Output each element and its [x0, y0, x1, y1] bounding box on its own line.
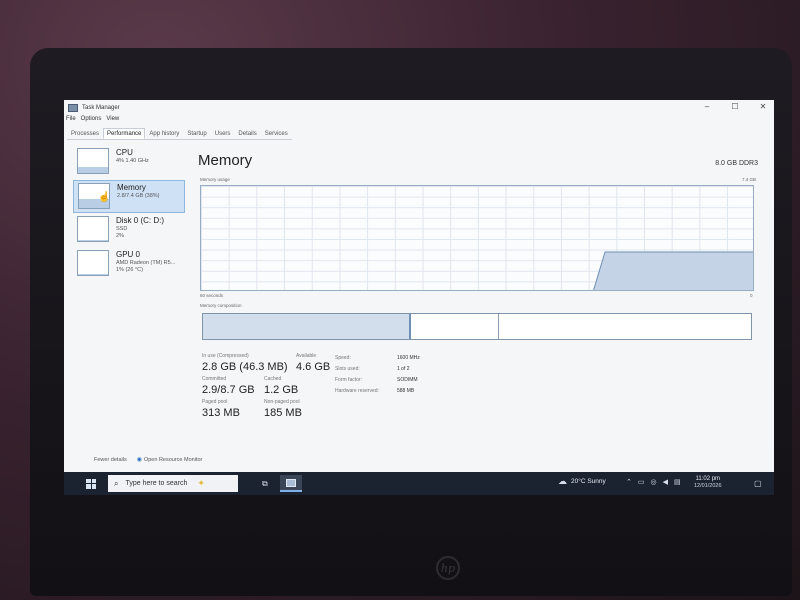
detail-key: Speed:	[335, 355, 351, 361]
cached-value: 1.2 GB	[264, 384, 299, 396]
task-manager-app-icon	[68, 104, 78, 112]
language-icon[interactable]: ▤	[674, 478, 681, 486]
sidebar-item-gpu[interactable]: GPU 0 AMD Radeon (TM) R5... 1% (26 °C)	[73, 248, 185, 281]
weather-text: 20°C Sunny	[571, 478, 606, 485]
memory-composition-bar	[202, 313, 752, 340]
detail-key: Slots used:	[335, 366, 360, 372]
stats-right-column: Available 4.6 GB Cached 1.2 GB Non-paged…	[264, 353, 330, 422]
footer: Fewer details ◉ Open Resource Monitor	[94, 456, 202, 464]
sidebar-item-disk[interactable]: Disk 0 (C: D:) SSD 2%	[73, 214, 185, 247]
non-paged-pool-value: 185 MB	[264, 407, 302, 419]
taskbar-clock[interactable]: 11:02 pm 12/01/2026	[694, 475, 722, 490]
task-manager-icon	[285, 478, 296, 487]
maximize-button[interactable]: ☐	[730, 102, 740, 112]
available-label: Available	[296, 353, 317, 359]
composition-modified	[411, 314, 499, 339]
memory-spec: 8.0 GB DDR3	[715, 160, 758, 167]
clock-date: 12/01/2026	[694, 483, 722, 489]
volume-icon[interactable]: ◀	[663, 478, 668, 486]
search-placeholder: Type here to search	[125, 480, 188, 487]
sidebar-item-label: Memory	[117, 183, 146, 192]
menu-bar: File Options View	[66, 116, 119, 122]
cpu-thumbnail-graph	[77, 148, 109, 174]
tab-app-history[interactable]: App history	[145, 128, 183, 139]
non-paged-pool-label: Non-paged pool	[264, 399, 300, 405]
composition-standby	[498, 314, 751, 339]
sidebar-item-value: 2.8/7.4 GB (38%)	[117, 193, 160, 199]
detail-key: Form factor:	[335, 377, 362, 383]
weather-cloud-icon: ☁	[558, 476, 567, 486]
cached-label: Cached	[264, 376, 282, 382]
available-value: 4.6 GB	[296, 361, 331, 373]
weather-widget[interactable]: ☁ 20°C Sunny	[558, 476, 606, 487]
sidebar-item-value: 2%	[116, 233, 124, 239]
start-button[interactable]	[80, 472, 102, 495]
tab-bar: Processes Performance App history Startu…	[67, 128, 292, 140]
sidebar-item-value: AMD Radeon (TM) R5...	[116, 260, 176, 266]
task-view-icon[interactable]: ⧉	[262, 479, 268, 489]
windows-logo-icon	[86, 478, 96, 489]
tab-processes[interactable]: Processes	[67, 128, 103, 139]
menu-view[interactable]: View	[106, 116, 119, 122]
performance-sidebar: CPU 4% 1.40 GHz ☝ Memory 2.8/7.4 GB (38%…	[73, 146, 185, 296]
notification-icon[interactable]: ▢	[754, 479, 762, 488]
menu-file[interactable]: File	[66, 116, 76, 122]
graph-time-right: 0	[750, 293, 753, 298]
sidebar-item-label: Disk 0 (C: D:)	[116, 216, 164, 225]
sidebar-item-value: 1% (26 °C)	[116, 267, 143, 273]
sidebar-item-cpu[interactable]: CPU 4% 1.40 GHz	[73, 146, 185, 179]
sidebar-item-memory[interactable]: ☝ Memory 2.8/7.4 GB (38%)	[73, 180, 185, 213]
system-tray: ⌃ ▭ ◎ ◀ ▤	[626, 478, 681, 486]
taskbar-search[interactable]: ⌕ Type here to search ✦	[108, 475, 238, 492]
usage-graph-max: 7.4 GB	[741, 177, 756, 182]
memory-usage-plot	[593, 251, 753, 290]
detail-value: 588 MB	[397, 388, 415, 394]
tab-users[interactable]: Users	[211, 128, 235, 139]
battery-icon[interactable]: ▭	[638, 478, 645, 486]
sidebar-item-value: 4% 1.40 GHz	[116, 158, 149, 164]
network-icon[interactable]: ◎	[651, 478, 657, 486]
clock-time: 11:02 pm	[695, 476, 721, 482]
tab-details[interactable]: Details	[234, 128, 260, 139]
fewer-details-link[interactable]: Fewer details	[94, 457, 127, 463]
hand-cursor-icon: ☝	[98, 192, 111, 203]
composition-label: Memory composition	[200, 303, 242, 308]
sidebar-item-label: GPU 0	[116, 250, 141, 259]
page-title: Memory	[198, 152, 253, 169]
screen: Task Manager – ☐ ✕ File Options View Pro…	[64, 100, 774, 495]
memory-usage-graph	[200, 185, 754, 291]
detail-value: 1600 MHz	[397, 355, 420, 361]
minimize-button[interactable]: –	[702, 102, 712, 112]
memory-details: Speed: 1600 MHz Slots used: 1 of 2 Form …	[335, 353, 457, 396]
close-button[interactable]: ✕	[758, 102, 768, 112]
memory-usage-area	[593, 251, 753, 290]
detail-key: Hardware reserved:	[335, 388, 379, 394]
composition-in-use	[203, 314, 412, 339]
hp-logo-icon: hp	[436, 556, 460, 580]
detail-value: 1 of 2	[397, 366, 410, 372]
gpu-thumbnail-graph	[77, 250, 109, 276]
resource-monitor-icon: ◉	[136, 457, 142, 463]
title-bar[interactable]: Task Manager – ☐ ✕	[64, 100, 774, 116]
usage-graph-label: Memory usage	[200, 177, 230, 182]
detail-value: SODIMM	[397, 377, 418, 383]
graph-time-left: 60 seconds	[200, 293, 224, 298]
search-highlight-icon: ✦	[197, 478, 205, 488]
open-resource-monitor-link[interactable]: Open Resource Monitor	[144, 457, 202, 463]
taskbar-task-manager[interactable]	[279, 475, 302, 492]
tab-startup[interactable]: Startup	[183, 128, 210, 139]
task-manager-window: Task Manager – ☐ ✕ File Options View Pro…	[64, 100, 774, 472]
window-title: Task Manager	[82, 105, 120, 111]
search-icon: ⌕	[114, 478, 119, 488]
sidebar-item-label: CPU	[116, 148, 133, 157]
disk-thumbnail-graph	[77, 216, 109, 242]
tab-performance[interactable]: Performance	[103, 128, 146, 139]
sidebar-item-value: SSD	[116, 226, 128, 232]
menu-options[interactable]: Options	[81, 116, 102, 122]
tab-services[interactable]: Services	[261, 128, 292, 139]
chevron-up-icon[interactable]: ⌃	[626, 478, 632, 486]
